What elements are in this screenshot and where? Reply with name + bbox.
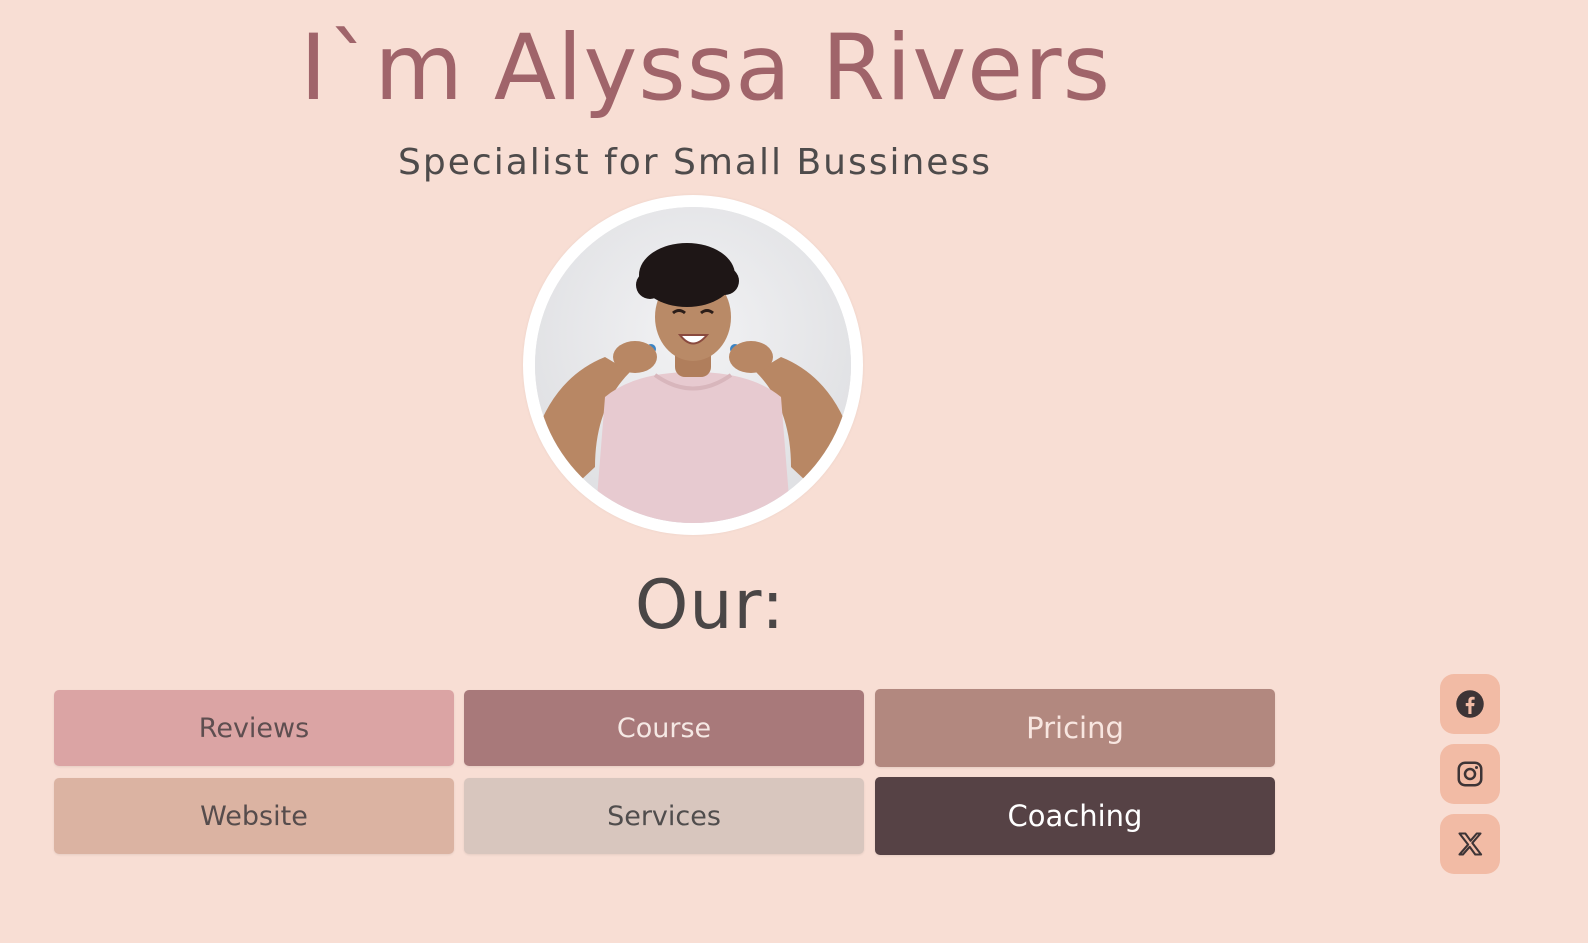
hero-title: I`m Alyssa Rivers <box>300 16 1111 121</box>
profile-photo <box>535 207 851 523</box>
facebook-icon <box>1456 690 1484 718</box>
pricing-button[interactable]: Pricing <box>875 689 1275 767</box>
coaching-button[interactable]: Coaching <box>875 777 1275 855</box>
x-icon <box>1458 832 1483 856</box>
x-button[interactable] <box>1440 814 1500 874</box>
hero-subtitle: Specialist for Small Bussiness <box>398 142 992 183</box>
profile-photo-illustration <box>535 207 851 523</box>
section-title: Our: <box>634 566 786 645</box>
facebook-button[interactable] <box>1440 674 1500 734</box>
website-button[interactable]: Website <box>54 778 454 854</box>
course-button[interactable]: Course <box>464 690 864 766</box>
instagram-button[interactable] <box>1440 744 1500 804</box>
instagram-icon <box>1457 761 1483 787</box>
profile-photo-frame <box>523 195 863 535</box>
services-button[interactable]: Services <box>464 778 864 854</box>
reviews-button[interactable]: Reviews <box>54 690 454 766</box>
